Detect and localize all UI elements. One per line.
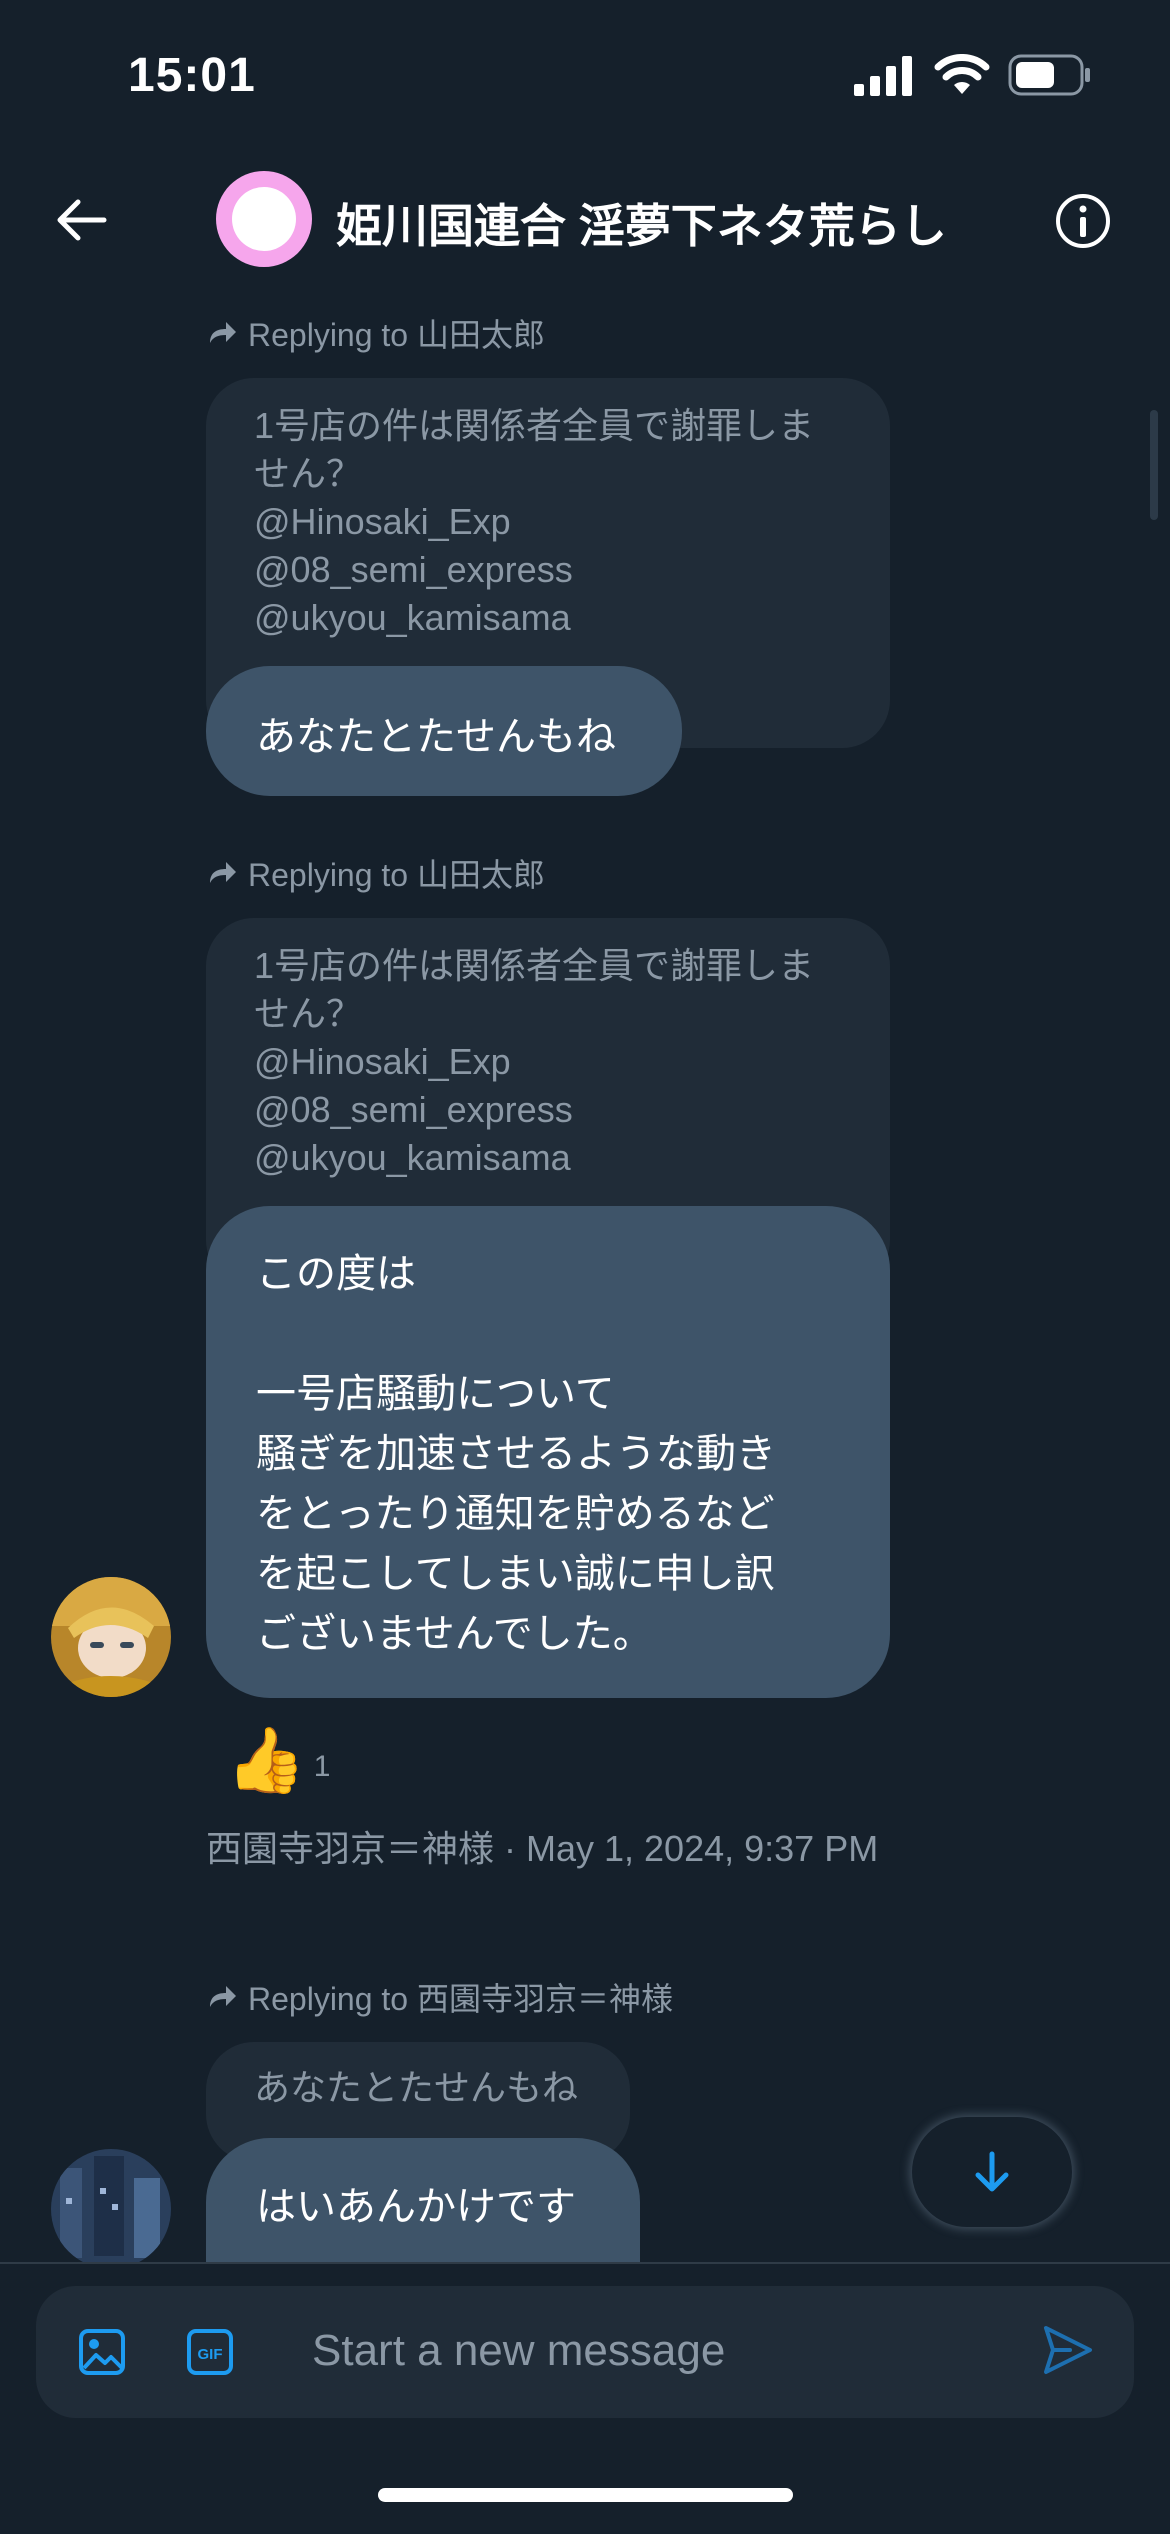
quoted-line: せん？ [254,993,363,1034]
message-bubble[interactable]: あなたとたせんもね [206,666,682,796]
battery-icon [1008,54,1090,96]
reaction[interactable]: 👍 1 [226,1722,330,1798]
scrollbar[interactable] [1150,410,1158,520]
conversation-avatar[interactable] [216,171,312,267]
message-bubble[interactable]: はいあんかけです [206,2138,640,2262]
quoted-line: 1号店の件は関係者全員で謝罪しま [254,945,815,986]
message-input[interactable]: Start a new message [312,2326,725,2376]
scroll-to-bottom-button[interactable] [912,2117,1072,2227]
message-text [256,1304,890,1364]
gif-icon[interactable]: GIF [186,2328,234,2376]
message-meta: 西園寺羽京＝神様 · May 1, 2024, 9:37 PM [206,1828,879,1869]
quoted-line: @08_semi_express [254,549,573,590]
back-arrow-icon[interactable] [52,190,112,250]
quoted-line: あなたとたせんもね [254,2067,579,2108]
conversation-title[interactable]: 姫川国連合 淫夢下ネタ荒らし [336,190,947,256]
reply-to-label: Replying to 山田太郎 [248,857,545,893]
svg-text:GIF: GIF [198,2346,223,2363]
sender-avatar[interactable] [50,2148,172,2262]
message-text: 騒ぎを加速させるような動き [256,1432,776,1476]
reply-context: Replying to 山田太郎 [206,850,545,896]
message-text: はいあんかけです [256,2185,576,2229]
reply-arrow-icon [210,1986,236,2007]
message-text: あなたとたせんもね [256,715,616,759]
reply-arrow-icon [210,862,236,883]
quoted-line: @ukyou_kamisama [254,597,571,638]
quoted-line: @08_semi_express [254,1089,573,1130]
message-text: を起こしてしまい誠に申し訳 [256,1552,775,1596]
signal-icon [854,56,912,96]
message-bubble[interactable]: この度は 一号店騒動について 騒ぎを加速させるような動き をとったり通知を貯める… [206,1206,890,1698]
quoted-line: @Hinosaki_Exp [254,1041,511,1082]
message-text: 一号店騒動について [256,1372,615,1416]
home-indicator [378,2488,793,2502]
reply-context: Replying to 山田太郎 [206,310,545,356]
reply-context: Replying to 西園寺羽京＝神様 [206,1974,673,2020]
arrow-down-icon [975,2151,1009,2192]
message-text: をとったり通知を貯めるなど [256,1492,775,1536]
send-icon[interactable] [1040,2322,1096,2378]
quoted-line: @Hinosaki_Exp [254,501,511,542]
reply-arrow-icon [210,322,236,343]
message-text: ございませんでした。 [256,1612,653,1656]
reply-to-label: Replying to 山田太郎 [248,317,545,353]
reply-to-label: Replying to 西園寺羽京＝神様 [248,1981,673,2017]
sender-avatar[interactable] [50,1576,172,1698]
image-icon[interactable] [78,2328,126,2376]
info-icon[interactable] [1054,192,1112,250]
wifi-icon [934,54,990,94]
reaction-count: 1 [313,1750,331,1783]
status-time: 15:01 [128,49,256,102]
quoted-line: 1号店の件は関係者全員で謝罪しま [254,405,815,446]
thumbs-up-icon: 👍 [226,1724,306,1796]
message-text: この度は [256,1252,416,1296]
quoted-line: @ukyou_kamisama [254,1137,571,1178]
quoted-line: せん？ [254,453,363,494]
